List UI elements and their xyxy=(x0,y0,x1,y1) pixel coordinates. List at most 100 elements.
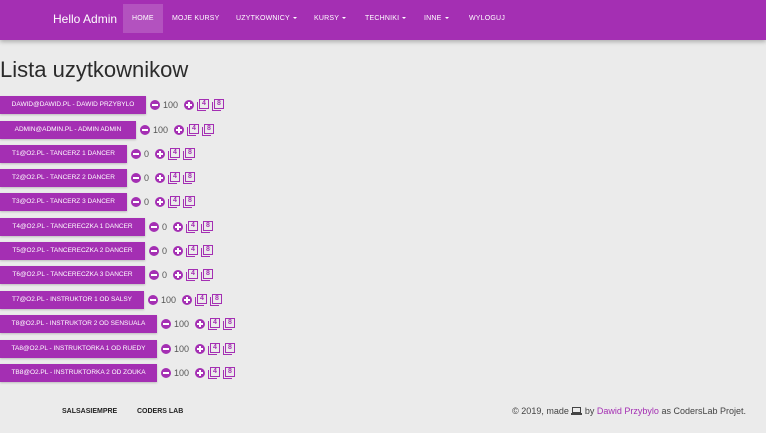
plus-circle-icon[interactable] xyxy=(195,368,205,378)
user-button[interactable]: T1@O2.PL - TANCERZ 1 DANCER xyxy=(0,145,127,163)
nav-techniki[interactable]: TECHNIKI xyxy=(356,4,415,33)
user-button[interactable]: DAWID@DAWID.PL - DAWID PRZYBYLO xyxy=(0,96,146,114)
user-score: 0 xyxy=(144,197,150,207)
footer-credits: © 2019, made by Dawid Przybylo as Coders… xyxy=(512,406,746,416)
filter-4-icon[interactable]: 4 xyxy=(187,124,199,136)
user-score: 100 xyxy=(174,344,190,354)
filter-8-icon[interactable]: 8 xyxy=(183,172,195,184)
filter-4-icon[interactable]: 4 xyxy=(208,367,220,379)
filter-4-icon[interactable]: 4 xyxy=(186,269,198,281)
footer-link-coderslab[interactable]: CODERS LAB xyxy=(137,408,183,415)
copyright-text: © 2019, made xyxy=(512,406,569,416)
minus-circle-icon[interactable] xyxy=(131,197,141,207)
user-row: T5@O2.PL - TANCERECZKA 2 DANCER 0 4 8 xyxy=(0,242,213,260)
user-button[interactable]: ADMIN@ADMIN.PL - ADMIN ADMIN xyxy=(0,121,136,139)
filter-8-icon[interactable]: 8 xyxy=(201,269,213,281)
user-row: T2@O2.PL - TANCERZ 2 DANCER 0 4 8 xyxy=(0,169,195,187)
user-button[interactable]: TA8@O2.PL - INSTRUKTORKA 1 OD RUEDY xyxy=(0,340,157,358)
filter-8-icon[interactable]: 8 xyxy=(223,318,235,330)
user-score: 0 xyxy=(144,149,150,159)
filter-8-icon[interactable]: 8 xyxy=(202,124,214,136)
minus-circle-icon[interactable] xyxy=(131,173,141,183)
filter-4-icon[interactable]: 4 xyxy=(168,148,180,160)
user-row: TB8@O2.PL - INSTRUKTORKA 2 OD ZOUKA 100 4 8 xyxy=(0,364,235,382)
user-button[interactable]: T8@O2.PL - INSTRUKTOR 2 OD SENSUALA xyxy=(0,315,157,333)
chevron-down-icon xyxy=(444,17,449,19)
user-score: 0 xyxy=(162,246,168,256)
filter-4-icon[interactable]: 4 xyxy=(168,196,180,208)
minus-circle-icon[interactable] xyxy=(149,222,159,232)
user-button[interactable]: T7@O2.PL - INSTRUKTOR 1 OD SALSY xyxy=(0,291,144,309)
user-button[interactable]: T5@O2.PL - TANCERECZKA 2 DANCER xyxy=(0,242,145,260)
user-row: TA8@O2.PL - INSTRUKTORKA 1 OD RUEDY 100 4 8 xyxy=(0,340,235,358)
minus-circle-icon[interactable] xyxy=(161,368,171,378)
user-row: T8@O2.PL - INSTRUKTOR 2 OD SENSUALA 100 4 8 xyxy=(0,315,235,333)
user-row: T4@O2.PL - TANCERECZKA 1 DANCER 0 4 8 xyxy=(0,218,213,236)
minus-circle-icon[interactable] xyxy=(161,319,171,329)
user-button[interactable]: T3@O2.PL - TANCERZ 3 DANCER xyxy=(0,193,127,211)
top-navbar: Hello Admin HOME MOJE KURSY UZYTKOWNICY … xyxy=(0,0,766,40)
filter-8-icon[interactable]: 8 xyxy=(183,148,195,160)
filter-4-icon[interactable]: 4 xyxy=(197,99,209,111)
author-link[interactable]: Dawid Przybylo xyxy=(597,406,659,416)
filter-8-icon[interactable]: 8 xyxy=(201,221,213,233)
filter-4-icon[interactable]: 4 xyxy=(186,245,198,257)
user-button[interactable]: TB8@O2.PL - INSTRUKTORKA 2 OD ZOUKA xyxy=(0,364,157,382)
plus-circle-icon[interactable] xyxy=(195,344,205,354)
filter-8-icon[interactable]: 8 xyxy=(223,343,235,355)
plus-circle-icon[interactable] xyxy=(155,173,165,183)
filter-4-icon[interactable]: 4 xyxy=(168,172,180,184)
page-title: Lista uzytkownikow xyxy=(0,57,189,82)
project-text: as CodersLab Projet. xyxy=(661,406,746,416)
by-text: by xyxy=(584,406,595,416)
nav-wyloguj[interactable]: WYLOGUJ xyxy=(460,4,514,33)
user-row: T6@O2.PL - TANCERECZKA 3 DANCER 0 4 8 xyxy=(0,266,213,284)
minus-circle-icon[interactable] xyxy=(149,270,159,280)
user-score: 0 xyxy=(162,222,168,232)
filter-4-icon[interactable]: 4 xyxy=(195,294,207,306)
nav-home[interactable]: HOME xyxy=(123,4,163,33)
plus-circle-icon[interactable] xyxy=(155,197,165,207)
filter-8-icon[interactable]: 8 xyxy=(183,196,195,208)
minus-circle-icon[interactable] xyxy=(140,125,150,135)
filter-4-icon[interactable]: 4 xyxy=(186,221,198,233)
filter-8-icon[interactable]: 8 xyxy=(201,245,213,257)
filter-4-icon[interactable]: 4 xyxy=(208,318,220,330)
user-score: 100 xyxy=(174,368,190,378)
plus-circle-icon[interactable] xyxy=(184,100,194,110)
footer-link-salsasiempre[interactable]: SALSASIEMPRE xyxy=(62,408,117,415)
minus-circle-icon[interactable] xyxy=(149,246,159,256)
plus-circle-icon[interactable] xyxy=(173,222,183,232)
nav-moje-kursy[interactable]: MOJE KURSY xyxy=(163,4,229,33)
user-score: 0 xyxy=(144,173,150,183)
minus-circle-icon[interactable] xyxy=(131,149,141,159)
chevron-down-icon xyxy=(402,17,407,19)
chevron-down-icon xyxy=(342,17,347,19)
user-score: 100 xyxy=(153,125,169,135)
nav-uzytkownicy[interactable]: UZYTKOWNICY xyxy=(227,4,306,33)
plus-circle-icon[interactable] xyxy=(174,125,184,135)
minus-circle-icon[interactable] xyxy=(161,344,171,354)
plus-circle-icon[interactable] xyxy=(173,246,183,256)
nav-kursy[interactable]: KURSY xyxy=(305,4,355,33)
user-score: 100 xyxy=(163,100,179,110)
user-button[interactable]: T2@O2.PL - TANCERZ 2 DANCER xyxy=(0,169,127,187)
minus-circle-icon[interactable] xyxy=(150,100,160,110)
plus-circle-icon[interactable] xyxy=(155,149,165,159)
user-row: DAWID@DAWID.PL - DAWID PRZYBYLO 100 4 8 xyxy=(0,96,224,114)
minus-circle-icon[interactable] xyxy=(148,295,158,305)
user-score: 100 xyxy=(174,319,190,329)
user-row: T3@O2.PL - TANCERZ 3 DANCER 0 4 8 xyxy=(0,193,195,211)
filter-8-icon[interactable]: 8 xyxy=(212,99,224,111)
user-button[interactable]: T6@O2.PL - TANCERECZKA 3 DANCER xyxy=(0,266,145,284)
plus-circle-icon[interactable] xyxy=(173,270,183,280)
plus-circle-icon[interactable] xyxy=(182,295,192,305)
user-score: 100 xyxy=(161,295,177,305)
plus-circle-icon[interactable] xyxy=(195,319,205,329)
user-button[interactable]: T4@O2.PL - TANCERECZKA 1 DANCER xyxy=(0,218,145,236)
chevron-down-icon xyxy=(292,17,297,19)
nav-inne[interactable]: INNE xyxy=(415,4,458,33)
filter-8-icon[interactable]: 8 xyxy=(223,367,235,379)
filter-8-icon[interactable]: 8 xyxy=(210,294,222,306)
filter-4-icon[interactable]: 4 xyxy=(208,343,220,355)
